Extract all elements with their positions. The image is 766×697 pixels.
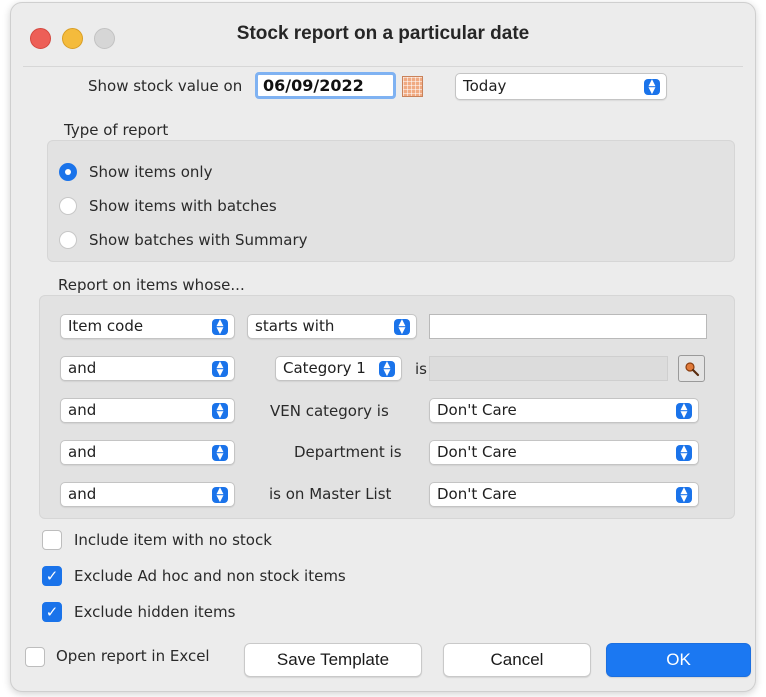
exclude-adhoc-label[interactable]: Exclude Ad hoc and non stock items <box>74 567 346 585</box>
chevron-updown-icon: ▲ ▼ <box>212 486 228 503</box>
conjunction-value-3: and <box>68 401 97 419</box>
chevron-updown-icon: ▲ ▼ <box>212 444 228 461</box>
chevron-updown-icon: ▲ ▼ <box>379 360 395 377</box>
chevron-updown-icon: ▲ ▼ <box>644 78 660 95</box>
window-title: Stock report on a particular date <box>236 23 530 44</box>
filter-field-value-1: Item code <box>68 317 144 335</box>
category-value: Category 1 <box>283 359 366 377</box>
exclude-adhoc-checkbox[interactable]: ✓ <box>42 566 62 586</box>
save-template-button[interactable]: Save Template <box>244 643 422 677</box>
category-select[interactable]: Category 1 ▲ ▼ <box>275 356 402 381</box>
radio-items-only[interactable] <box>59 163 77 181</box>
filter-operator-select-1[interactable]: starts with ▲ ▼ <box>247 314 417 339</box>
open-excel-checkbox[interactable] <box>25 647 45 667</box>
master-list-select[interactable]: Don't Care ▲ ▼ <box>429 482 699 507</box>
conjunction-select-3[interactable]: and ▲ ▼ <box>60 398 235 423</box>
conjunction-value-4: and <box>68 443 97 461</box>
calendar-icon[interactable] <box>402 76 423 97</box>
radio-items-with-batches-label[interactable]: Show items with batches <box>89 197 277 215</box>
conjunction-select-2[interactable]: and ▲ ▼ <box>60 356 235 381</box>
chevron-updown-icon: ▲ ▼ <box>212 360 228 377</box>
master-list-value: Don't Care <box>437 485 517 503</box>
show-stock-value-label: Show stock value on <box>88 77 243 95</box>
ven-category-value: Don't Care <box>437 401 517 419</box>
cancel-button[interactable]: Cancel <box>443 643 591 677</box>
category-is-label: is <box>415 360 427 378</box>
radio-batches-summary-label[interactable]: Show batches with Summary <box>89 231 307 249</box>
filter-field-select-1[interactable]: Item code ▲ ▼ <box>60 314 235 339</box>
ven-category-label: VEN category is <box>270 402 389 420</box>
lookup-icon[interactable] <box>678 355 705 382</box>
exclude-hidden-checkbox[interactable]: ✓ <box>42 602 62 622</box>
conjunction-value-5: and <box>68 485 97 503</box>
type-of-report-heading: Type of report <box>64 121 169 139</box>
conjunction-value-2: and <box>68 359 97 377</box>
chevron-updown-icon: ▲ ▼ <box>212 318 228 335</box>
category-value-input[interactable] <box>429 356 668 381</box>
department-value: Don't Care <box>437 443 517 461</box>
chevron-updown-icon: ▲ ▼ <box>676 402 692 419</box>
chevron-updown-icon: ▲ ▼ <box>676 444 692 461</box>
conjunction-select-5[interactable]: and ▲ ▼ <box>60 482 235 507</box>
radio-items-only-label[interactable]: Show items only <box>89 163 212 181</box>
filter-operator-value-1: starts with <box>255 317 335 335</box>
chevron-updown-icon: ▲ ▼ <box>676 486 692 503</box>
chevron-updown-icon: ▲ ▼ <box>212 402 228 419</box>
open-excel-label[interactable]: Open report in Excel <box>56 647 210 665</box>
department-select[interactable]: Don't Care ▲ ▼ <box>429 440 699 465</box>
include-no-stock-checkbox[interactable] <box>42 530 62 550</box>
ok-button[interactable]: OK <box>606 643 751 677</box>
chevron-updown-icon: ▲ ▼ <box>394 318 410 335</box>
date-preset-value: Today <box>463 77 507 95</box>
dialog-window: Stock report on a particular date Show s… <box>10 2 756 692</box>
department-label: Department is <box>294 443 402 461</box>
radio-items-with-batches[interactable] <box>59 197 77 215</box>
date-input[interactable]: 06/09/2022 <box>255 72 396 99</box>
ven-category-select[interactable]: Don't Care ▲ ▼ <box>429 398 699 423</box>
conjunction-select-4[interactable]: and ▲ ▼ <box>60 440 235 465</box>
exclude-hidden-label[interactable]: Exclude hidden items <box>74 603 235 621</box>
date-preset-select[interactable]: Today ▲ ▼ <box>455 73 667 100</box>
master-list-label: is on Master List <box>269 485 392 503</box>
title-separator <box>23 66 743 67</box>
filter-value-input-1[interactable] <box>429 314 707 339</box>
include-no-stock-label[interactable]: Include item with no stock <box>74 531 272 549</box>
report-on-items-heading: Report on items whose... <box>58 276 245 294</box>
title-bar: Stock report on a particular date <box>11 3 755 63</box>
radio-batches-summary[interactable] <box>59 231 77 249</box>
